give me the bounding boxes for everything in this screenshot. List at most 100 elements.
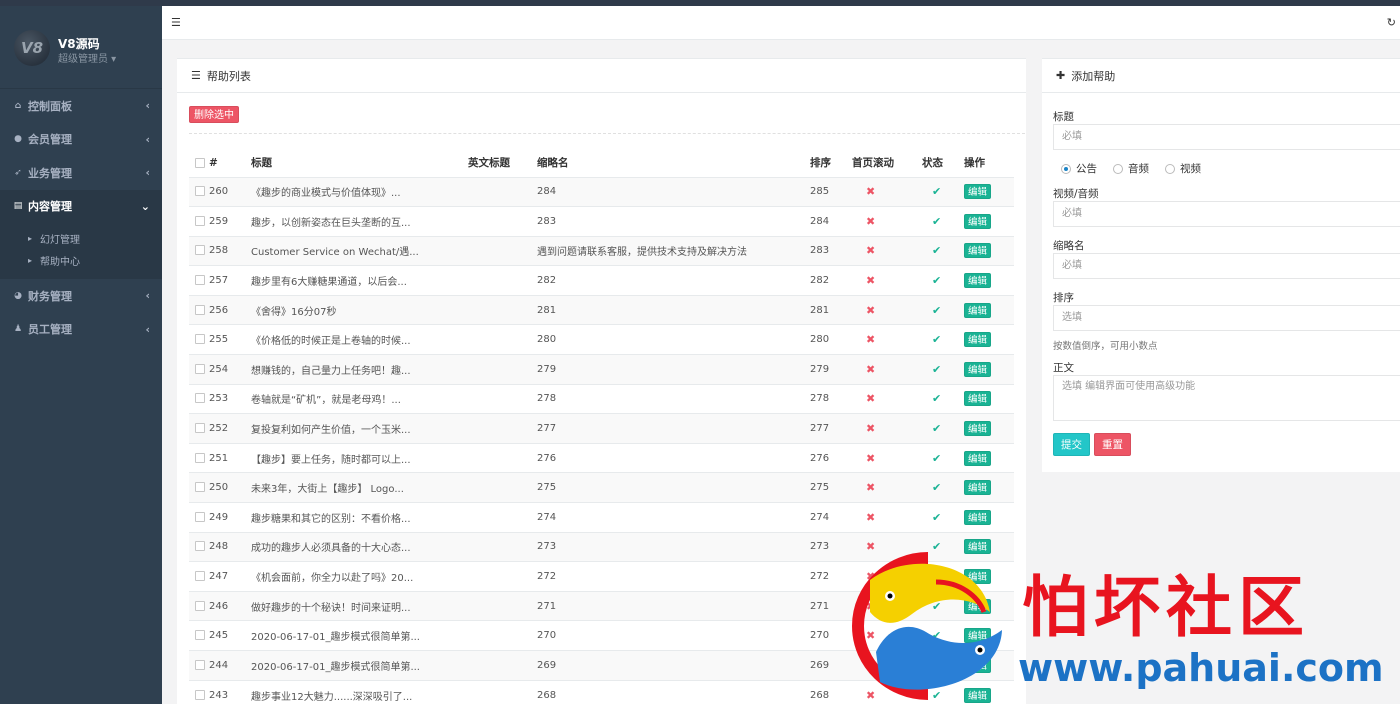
cross-icon: ✖ [866,333,876,347]
cell-slug: 275 [537,472,810,503]
sort-input[interactable]: 选填 [1053,305,1400,331]
edit-button[interactable]: 编辑 [964,243,992,259]
pie-chart-icon: ◕ [14,290,22,301]
cell-sort: 278 [810,383,852,414]
media-input[interactable]: 必填 [1053,201,1400,227]
sidebar-item-members[interactable]: ● 会员管理 ‹ [0,123,162,157]
check-icon: ✔ [932,570,942,584]
panel-title: 添加帮助 [1071,69,1116,83]
cross-icon: ✖ [866,451,876,465]
cell-en-title [468,590,537,621]
edit-button[interactable]: 编辑 [964,539,992,555]
cell-en-title [468,354,537,385]
sidebar-item-label: 控制面板 [28,99,72,113]
submenu-item-slides[interactable]: ▸ 幻灯管理 [0,227,162,249]
row-checkbox[interactable] [195,334,205,345]
cell-title: 趣步里有6大赚糖果通道，以后会... [251,265,468,296]
edit-button[interactable]: 编辑 [964,391,992,407]
cross-icon: ✖ [866,570,876,584]
cell-id: 255 [209,324,251,355]
row-checkbox[interactable] [195,689,205,700]
row-checkbox[interactable] [195,423,205,434]
row-checkbox[interactable] [195,186,205,197]
cell-en-title [468,294,537,325]
edit-button[interactable]: 编辑 [964,332,992,348]
radio-button[interactable] [1113,163,1123,174]
edit-button[interactable]: 编辑 [964,598,992,614]
menu-toggle-icon[interactable]: ☰ [171,16,181,29]
submit-button[interactable]: 提交 [1053,433,1090,456]
table-row: 256 《舍得》16分07秒 281 281 ✖ ✔ 编辑 [189,294,1014,325]
body-label: 正文 [1053,362,1074,374]
cell-sort: 280 [810,324,852,355]
edit-button[interactable]: 编辑 [964,657,992,673]
title-input[interactable]: 必填 [1053,124,1400,150]
check-icon: ✔ [932,481,942,495]
row-checkbox[interactable] [195,275,205,286]
edit-button[interactable]: 编辑 [964,569,992,585]
row-checkbox[interactable] [195,304,205,315]
help-list-panel: ☰ 帮助列表 删除选中 # 标题 英文标题 缩略名 排序 首页滚动 状态 操作 … [177,58,1026,704]
row-checkbox[interactable] [195,215,205,226]
row-checkbox[interactable] [195,482,205,493]
table-row: 255 《价格低的时候正是上卷轴的时候... 280 280 ✖ ✔ 编辑 [189,324,1014,355]
edit-button[interactable]: 编辑 [964,509,992,525]
panel-header: ✚ 添加帮助 [1042,59,1400,93]
row-checkbox[interactable] [195,245,205,256]
radio-label: 公告 [1076,163,1097,175]
radio-announcement[interactable]: 公告 [1061,161,1097,176]
row-checkbox[interactable] [195,511,205,522]
cell-slug: 279 [537,354,810,385]
submenu-item-help[interactable]: ▸ 帮助中心 [0,249,162,271]
sidebar-item-staff[interactable]: ♟ 员工管理 ‹ [0,313,162,347]
row-checkbox[interactable] [195,393,205,404]
row-checkbox[interactable] [195,659,205,670]
row-checkbox[interactable] [195,541,205,552]
row-checkbox[interactable] [195,630,205,641]
sidebar-item-finance[interactable]: ◕ 财务管理 ‹ [0,279,162,313]
cell-slug: 272 [537,561,810,592]
cell-sort: 269 [810,650,852,681]
cell-id: 250 [209,472,251,503]
row-checkbox[interactable] [195,452,205,463]
sidebar-item-dashboard[interactable]: ⌂ 控制面板 ‹ [0,89,162,123]
cell-sort: 274 [810,502,852,533]
cell-en-title [468,561,537,592]
sidebar-item-content[interactable]: ▤ 内容管理 ⌄ [0,189,162,223]
radio-button-checked[interactable] [1061,163,1071,174]
cell-title: 《价格低的时候正是上卷轴的时候... [251,324,468,355]
slug-input[interactable]: 必填 [1053,253,1400,279]
sidebar-item-business[interactable]: ➶ 业务管理 ‹ [0,156,162,190]
table-row: 250 未来3年，大街上【趣步】 Logo... 275 275 ✖ ✔ 编辑 [189,472,1014,503]
row-checkbox[interactable] [195,600,205,611]
logo: V8 [14,30,50,66]
cell-title: 做好趣步的十个秘诀！时间来证明... [251,590,468,621]
cell-title: 《机会面前，你全力以赴了吗》20... [251,561,468,592]
edit-button[interactable]: 编辑 [964,361,992,377]
edit-button[interactable]: 编辑 [964,450,992,466]
edit-button[interactable]: 编辑 [964,273,992,289]
row-checkbox[interactable] [195,363,205,374]
user-role-dropdown[interactable]: 超级管理员 ▾ [58,50,116,65]
select-all-checkbox[interactable] [195,157,205,168]
edit-button[interactable]: 编辑 [964,421,992,437]
row-checkbox[interactable] [195,571,205,582]
radio-audio[interactable]: 音频 [1113,161,1149,176]
edit-button[interactable]: 编辑 [964,213,992,229]
delete-selected-button[interactable]: 删除选中 [189,106,239,123]
refresh-icon[interactable]: ↻ [1387,16,1396,29]
edit-button[interactable]: 编辑 [964,480,992,496]
cross-icon: ✖ [866,244,876,258]
cell-sort: 281 [810,294,852,325]
cell-slug: 282 [537,265,810,296]
edit-button[interactable]: 编辑 [964,687,992,703]
edit-button[interactable]: 编辑 [964,184,992,200]
reset-button[interactable]: 重置 [1094,433,1131,456]
radio-video[interactable]: 视频 [1165,161,1201,176]
radio-button[interactable] [1165,163,1175,174]
edit-button[interactable]: 编辑 [964,302,992,318]
check-icon: ✔ [932,422,942,436]
edit-button[interactable]: 编辑 [964,628,992,644]
body-textarea[interactable]: 选填 编辑界面可使用高级功能 [1053,375,1400,421]
cell-id: 254 [209,354,251,385]
